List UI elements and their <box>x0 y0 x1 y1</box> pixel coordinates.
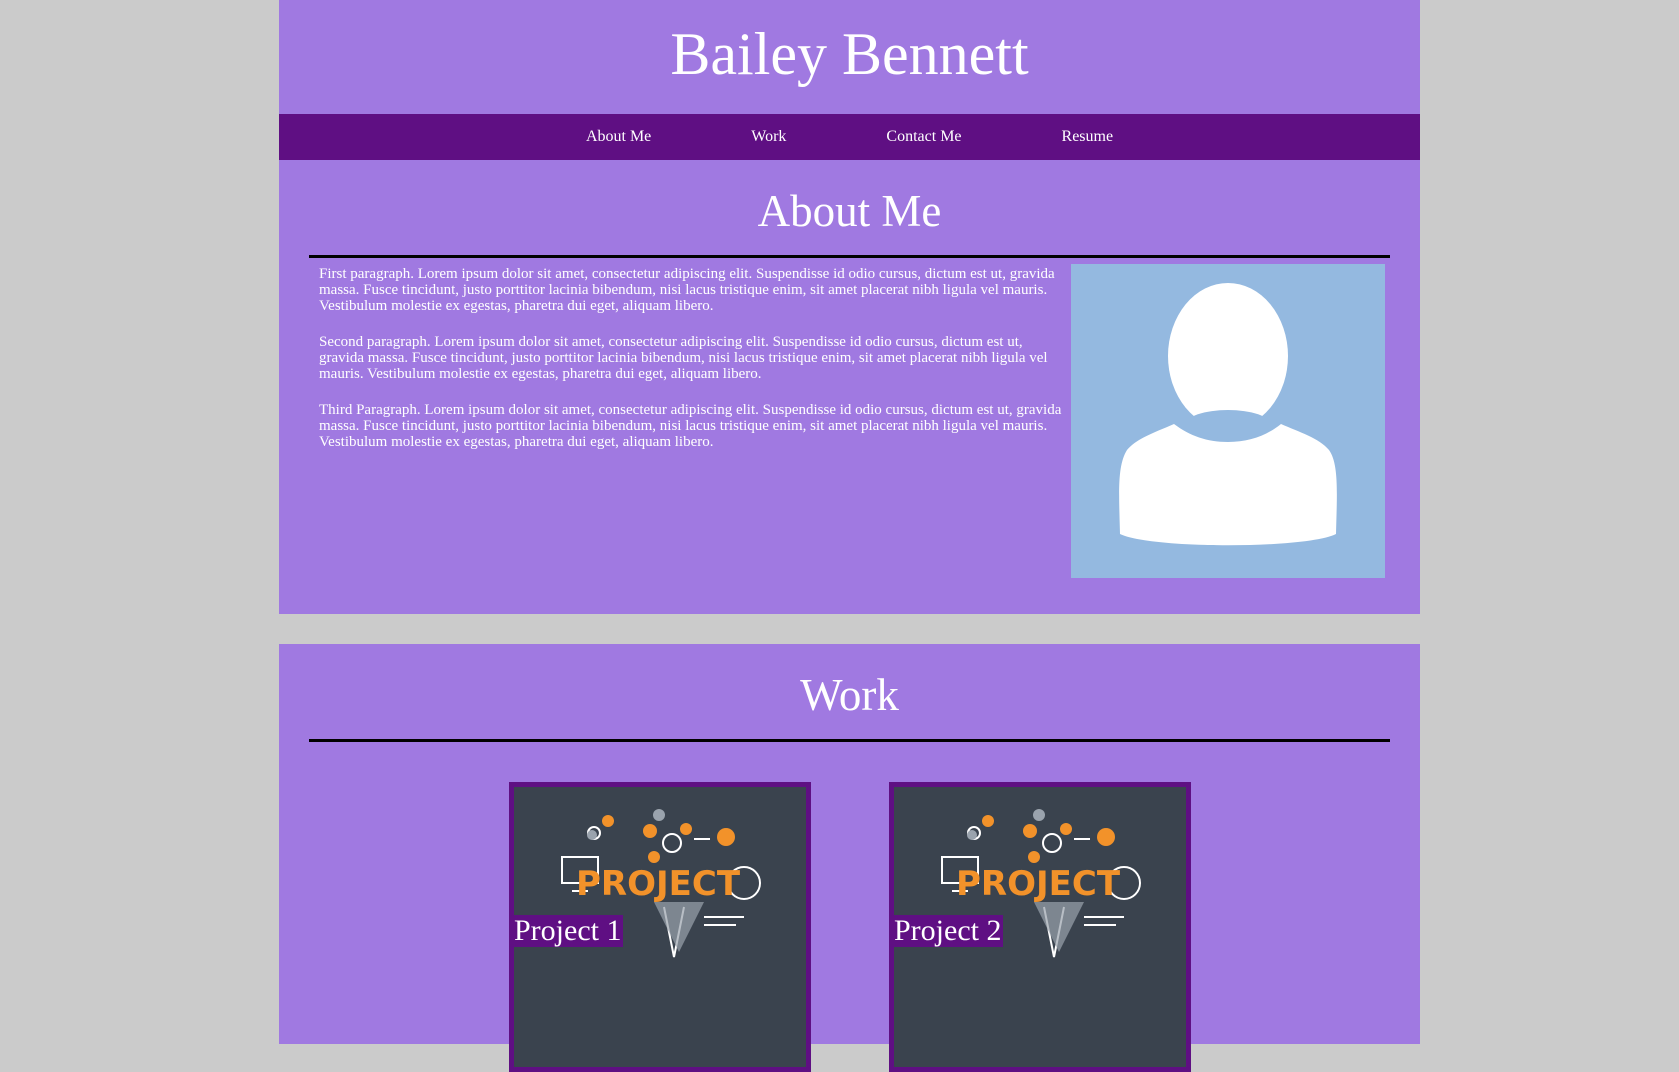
nav-work[interactable]: Work <box>751 128 786 146</box>
project-card-2[interactable]: PROJECT Project 2 <box>889 782 1191 1072</box>
project-label-2[interactable]: Project 2 <box>894 915 1004 947</box>
about-title: About Me <box>757 186 942 236</box>
about-paragraph-2: Second paragraph. Lorem ipsum dolor sit … <box>319 334 1048 382</box>
work-divider <box>309 739 1390 742</box>
about-paragraph-3: Third Paragraph. Lorem ipsum dolor sit a… <box>319 402 1062 450</box>
site-title: Bailey Bennett <box>670 21 1029 87</box>
about-text: First paragraph. Lorem ipsum dolor sit a… <box>319 266 1064 470</box>
nav-contact-me[interactable]: Contact Me <box>886 128 961 146</box>
about-divider <box>309 255 1390 258</box>
nav-resume[interactable]: Resume <box>1062 128 1114 146</box>
user-silhouette-icon <box>1119 283 1337 546</box>
about-paragraph-1: First paragraph. Lorem ipsum dolor sit a… <box>319 266 1055 314</box>
main-nav: About Me Work Contact Me Resume <box>279 114 1420 160</box>
nav-about-me[interactable]: About Me <box>586 128 651 146</box>
work-title: Work <box>800 670 899 720</box>
work-section: Work PROJECT Project 1 PROJECT Project 2 <box>279 644 1420 1072</box>
project-card-1[interactable]: PROJECT Project 1 <box>509 782 811 1072</box>
avatar <box>1071 264 1385 578</box>
about-section: About Me First paragraph. Lorem ipsum do… <box>279 160 1420 614</box>
page-container: Bailey Bennett About Me Work Contact Me … <box>279 0 1420 1072</box>
project-label-1[interactable]: Project 1 <box>514 915 624 947</box>
project-image-word: PROJECT <box>956 864 1121 904</box>
site-header: Bailey Bennett <box>279 0 1420 114</box>
project-image-word: PROJECT <box>576 864 741 904</box>
